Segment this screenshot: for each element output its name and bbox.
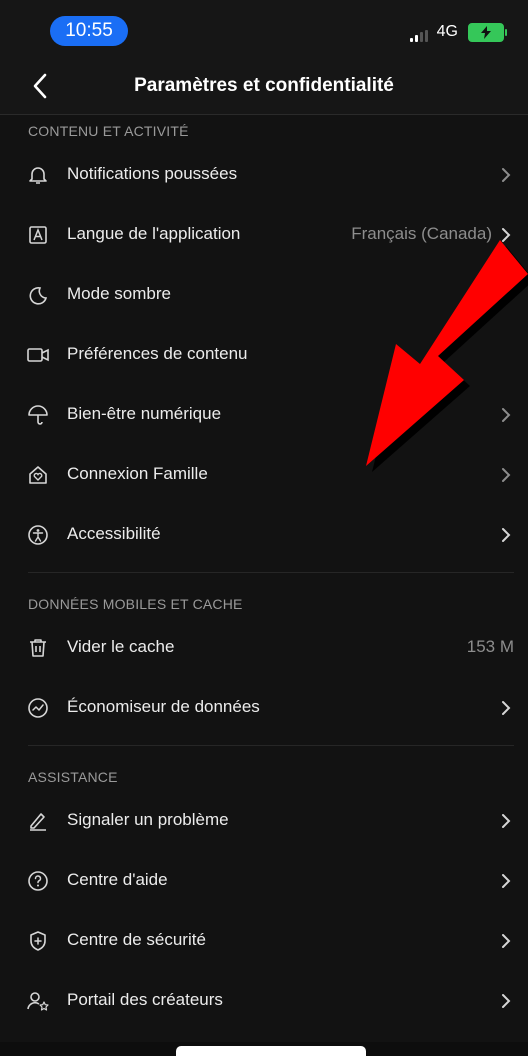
row-label: Connexion Famille [67, 464, 208, 483]
row-label: Centre de sécurité [67, 930, 206, 949]
row-label: Préférences de contenu [67, 344, 248, 363]
row-push-notifications[interactable]: Notifications poussées [0, 145, 528, 205]
signal-icon [410, 30, 428, 42]
help-icon [26, 869, 50, 893]
battery-charging-icon [468, 23, 507, 42]
section-title-assistance: ASSISTANCE [28, 769, 118, 785]
section-title-mobile-data-cache: DONNÉES MOBILES ET CACHE [28, 596, 243, 612]
status-time[interactable]: 10:55 [50, 16, 128, 46]
chevron-right-icon [502, 701, 511, 715]
creator-portal-icon [26, 989, 50, 1013]
row-digital-wellbeing[interactable]: Bien-être numérique [0, 385, 528, 445]
row-safety-center[interactable]: Centre de sécurité [0, 911, 528, 971]
chevron-right-icon [502, 228, 511, 242]
chevron-right-icon [502, 814, 511, 828]
cache-size-value: 153 M [466, 637, 514, 656]
pencil-icon [26, 809, 50, 833]
umbrella-icon [26, 403, 50, 427]
chevron-right-icon [502, 994, 511, 1008]
chevron-right-icon [502, 934, 511, 948]
network-type: 4G [436, 23, 458, 40]
row-creator-portal[interactable]: Portail des créateurs [0, 971, 528, 1031]
section-title-content-activity: CONTENU ET ACTIVITÉ [28, 123, 189, 139]
nav-header: Paramètres et confidentialité [0, 58, 528, 115]
chevron-right-icon [502, 874, 511, 888]
page-title: Paramètres et confidentialité [134, 75, 394, 96]
row-label: Centre d'aide [67, 870, 168, 889]
shield-plus-icon [26, 929, 50, 953]
data-saver-icon [26, 696, 50, 720]
row-label: Notifications poussées [67, 164, 238, 183]
moon-icon [26, 283, 50, 307]
row-label: Économiseur de données [67, 697, 260, 716]
section-divider [28, 572, 514, 573]
row-app-language[interactable]: Langue de l'application Français (Canada… [0, 205, 528, 265]
row-label: Bien-être numérique [67, 404, 222, 423]
row-report-problem[interactable]: Signaler un problème [0, 791, 528, 851]
row-label: Langue de l'application [67, 224, 241, 243]
row-label: Mode sombre [67, 284, 171, 303]
settings-screen: 10:55 4G Paramètres et confidentialité C… [0, 0, 528, 1056]
family-home-icon [26, 463, 50, 487]
row-label: Vider le cache [67, 637, 175, 656]
row-accessibility[interactable]: Accessibilité [0, 505, 528, 565]
chevron-right-icon [502, 468, 511, 482]
row-dark-mode[interactable]: Mode sombre [0, 265, 528, 325]
row-family-pairing[interactable]: Connexion Famille [0, 445, 528, 505]
chevron-right-icon [502, 528, 511, 542]
row-label: Portail des créateurs [67, 990, 223, 1009]
row-help-center[interactable]: Centre d'aide [0, 851, 528, 911]
accessibility-icon [26, 523, 50, 547]
bell-icon [26, 163, 50, 187]
chevron-right-icon [502, 408, 511, 422]
chevron-right-icon [502, 168, 511, 182]
status-bar: 10:55 4G [0, 0, 528, 58]
section-divider [28, 745, 514, 746]
video-camera-icon [26, 343, 50, 367]
row-content-preferences[interactable]: Préférences de contenu [0, 325, 528, 385]
row-clear-cache[interactable]: Vider le cache 153 M [0, 618, 528, 678]
language-icon [26, 223, 50, 247]
trash-icon [26, 636, 50, 660]
settings-list[interactable]: CONTENU ET ACTIVITÉ Notifications poussé… [0, 115, 528, 1056]
row-data-saver[interactable]: Économiseur de données [0, 678, 528, 738]
row-label: Signaler un problème [67, 810, 229, 829]
row-label: Accessibilité [67, 524, 161, 543]
home-indicator[interactable] [176, 1046, 366, 1056]
language-value: Français (Canada) [351, 224, 492, 243]
